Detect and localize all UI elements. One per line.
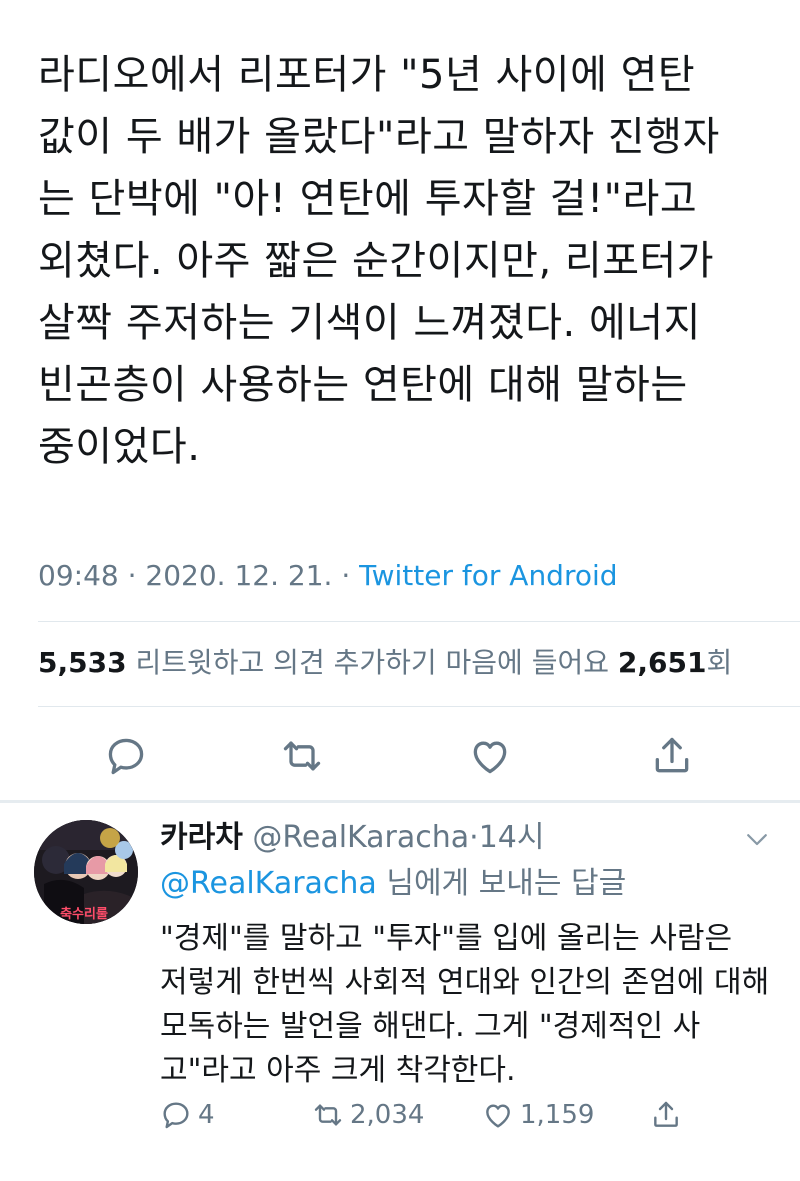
reply-to-handle-link[interactable]: @RealKaracha <box>160 866 377 901</box>
reply-to-suffix: 님에게 보내는 답글 <box>376 866 627 901</box>
tweet-text: 라디오에서 리포터가 "5년 사이에 연탄 값이 두 배가 올랐다"라고 말하자… <box>38 44 778 478</box>
tweet-meta: 09:48 · 2020. 12. 21. · Twitter for Andr… <box>38 556 618 596</box>
tweet-action-bar <box>0 728 800 784</box>
reply-text-line: 고"라고 아주 크게 착각한다. <box>160 1053 516 1088</box>
share-icon <box>654 1101 678 1127</box>
retweet-label[interactable]: 리트윗하고 의견 추가하기 마음에 들어요 <box>127 646 618 679</box>
avatar-illustration: 축수리룰 <box>34 820 138 924</box>
tweet-text-line: 살짝 주저하는 기색이 느껴졌다. 에너지 <box>38 300 701 346</box>
reply-button[interactable] <box>98 728 154 784</box>
reply-separator <box>0 800 800 803</box>
tweet-text-line: 중이었다. <box>38 424 201 470</box>
retweet-icon <box>314 1104 342 1126</box>
retweet-icon <box>283 741 321 771</box>
tweet-text-line: 라디오에서 리포터가 "5년 사이에 연탄 <box>38 52 696 98</box>
reply-like-count: 1,159 <box>520 1100 595 1130</box>
tweet-text-line: 외쳤다. 아주 짧은 순간이지만, 리포터가 <box>38 238 715 284</box>
tweet-text-line: 값이 두 배가 올랐다"라고 말하자 진행자 <box>38 114 720 160</box>
reply-handle[interactable]: @RealKaracha <box>252 820 469 855</box>
reply-text-line: 저렇게 한번씩 사회적 연대와 인간의 존엄에 대해 <box>160 965 770 1000</box>
reply-retweet-button[interactable]: 2,034 <box>312 1093 424 1137</box>
meta-separator: · <box>469 820 479 855</box>
reply-header: 카라차 @RealKaracha·14시 <box>160 818 545 858</box>
svg-text:축수리룰: 축수리룰 <box>60 906 108 922</box>
reply-age[interactable]: 14시 <box>479 820 545 855</box>
replying-to: @RealKaracha 님에게 보내는 답글 <box>160 864 626 904</box>
retweet-count[interactable]: 5,533 <box>38 646 127 679</box>
meta-separator: · <box>118 559 146 592</box>
reply-display-name[interactable]: 카라차 <box>160 820 243 855</box>
like-button[interactable] <box>462 728 518 784</box>
divider <box>38 621 800 622</box>
reply-reply-count: 4 <box>198 1100 215 1130</box>
reply-action-bar: 4 2,034 1,159 <box>160 1093 780 1137</box>
reply-text: "경제"를 말하고 "투자"를 입에 올리는 사람은 저렇게 한번씩 사회적 연… <box>160 917 780 1093</box>
reply-reply-button[interactable]: 4 <box>160 1093 215 1137</box>
tweet-text-line: 빈곤층이 사용하는 연탄에 대해 말하는 <box>38 362 688 408</box>
reply-icon <box>163 1102 189 1129</box>
reply-like-button[interactable]: 1,159 <box>482 1093 594 1137</box>
divider <box>38 706 800 707</box>
share-icon <box>655 737 689 773</box>
share-button[interactable] <box>644 728 700 784</box>
tweet-date[interactable]: 2020. 12. 21. <box>145 559 332 592</box>
chevron-down-icon <box>747 834 767 846</box>
tweet-stats: 5,533 리트윗하고 의견 추가하기 마음에 들어요 2,651회 <box>38 643 732 683</box>
like-icon <box>473 741 507 774</box>
tweet-menu-button[interactable] <box>742 824 772 854</box>
retweet-button[interactable] <box>274 728 330 784</box>
meta-separator: · <box>332 559 360 592</box>
reply-retweet-count: 2,034 <box>350 1100 425 1130</box>
like-icon <box>486 1104 510 1128</box>
reply-share-button[interactable] <box>650 1093 682 1137</box>
reply-text-line: 모독하는 발언을 해댄다. 그게 "경제적인 사 <box>160 1009 701 1044</box>
like-count[interactable]: 2,651 <box>618 646 707 679</box>
tweet-time[interactable]: 09:48 <box>38 559 119 592</box>
like-label-suffix[interactable]: 회 <box>706 646 732 679</box>
reply-icon <box>108 738 144 775</box>
tweet-source-link[interactable]: Twitter for Android <box>359 559 617 592</box>
reply-text-line: "경제"를 말하고 "투자"를 입에 올리는 사람은 <box>160 921 733 956</box>
tweet-text-line: 는 단박에 "아! 연탄에 투자할 걸!"라고 <box>38 176 698 222</box>
avatar[interactable]: 축수리룰 <box>34 820 138 924</box>
